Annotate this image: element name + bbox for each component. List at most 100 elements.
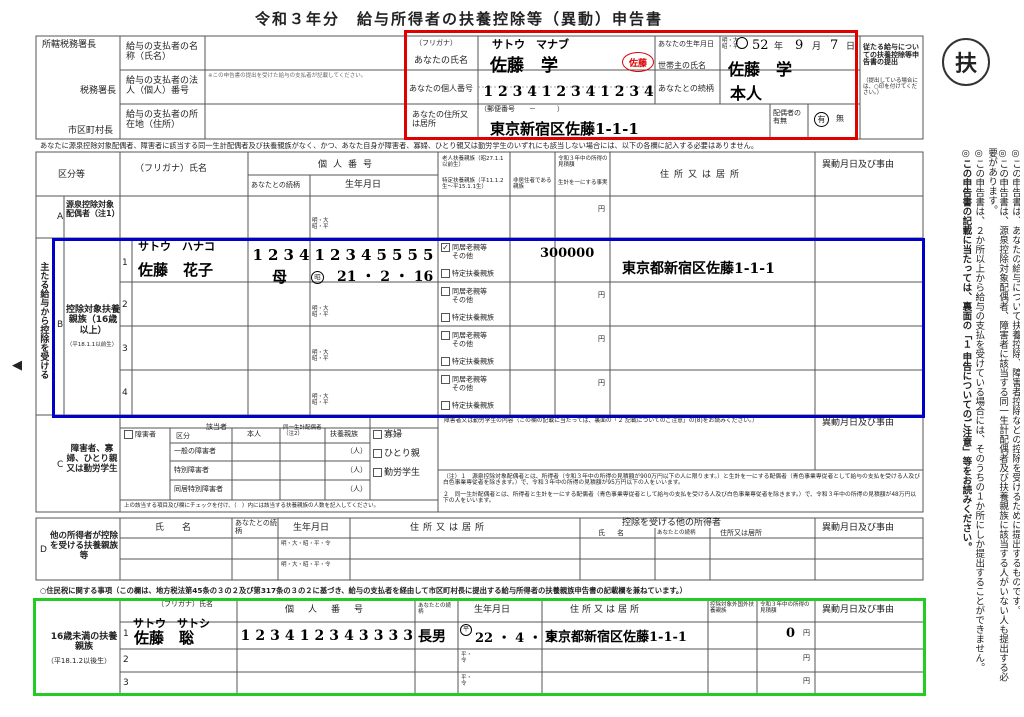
- b3-opt-special[interactable]: 特定扶養親族: [441, 357, 494, 366]
- opt-label: 特定扶養親族: [452, 401, 494, 410]
- checkbox[interactable]: [441, 287, 450, 296]
- u16-number: 1 2 3 4 1 2 3 4 3 3 3 3: [238, 628, 416, 644]
- fu-badge: 扶: [942, 38, 990, 86]
- d-col-address: 住所又は居所: [410, 523, 489, 533]
- checkbox[interactable]: [373, 430, 382, 439]
- b4-opt-special[interactable]: 特定扶養親族: [441, 401, 494, 410]
- side-note: 従たる給与についての扶養控除等申告書の提出: [863, 43, 919, 67]
- u16-era-circled: 平: [460, 624, 472, 636]
- digit: 4: [344, 628, 354, 644]
- b1-era-circled: 昭: [311, 271, 324, 284]
- digit: 1: [240, 628, 251, 644]
- side-note-2: （提出している場合には、○印を付けてください。）: [863, 78, 918, 97]
- digit: 5: [407, 246, 418, 264]
- household-value: 佐藤 学: [728, 60, 793, 79]
- day-unit: 日: [846, 42, 856, 52]
- postal-label: （郵便番号 － ）: [480, 105, 564, 113]
- digit: 1: [314, 246, 325, 264]
- digit: 3: [373, 628, 384, 644]
- digit: 4: [643, 84, 654, 100]
- b2-opt-other: その他: [452, 296, 473, 304]
- c-student[interactable]: 勤労学生: [373, 468, 420, 478]
- payer-number-note: ※この申告書の提出を受けた給与の支払者が記載してください。: [208, 73, 367, 79]
- b1-relation: 母: [272, 268, 288, 286]
- c-disabled[interactable]: 障害者: [124, 430, 156, 439]
- row-number: 4: [122, 388, 128, 398]
- col-kubun: 区分等: [58, 170, 86, 180]
- b3-yen: 円: [598, 335, 605, 343]
- u16-col-relation: あなたとの続柄: [418, 603, 451, 616]
- spouse-yes: 有: [814, 112, 829, 127]
- section-b-sublabel: （平18.1.1以前生）: [66, 342, 118, 348]
- b3-opt-elder[interactable]: 同居老親等: [441, 331, 487, 340]
- digit: 2: [314, 628, 325, 644]
- b1-address: 東京都新宿区佐藤1-1-1: [622, 261, 775, 277]
- notice-line: あなたに源泉控除対象配偶者、障害者に該当する同一生計配偶者及び扶養親族がなく、か…: [40, 142, 759, 150]
- col-nonresident: 非居住者である親族: [513, 178, 552, 191]
- checkbox[interactable]: [124, 430, 133, 439]
- u16-relation: 長男: [418, 629, 446, 645]
- c-single-parent[interactable]: ひとり親: [373, 449, 420, 459]
- row-number: 3: [122, 344, 128, 354]
- c-col-applicant: 該当者: [206, 423, 227, 431]
- digit: 3: [403, 628, 414, 644]
- digit: 3: [512, 84, 523, 100]
- c-change-date: 異動月日及び事由: [822, 418, 895, 428]
- b1-number: 1 2 3 4 1 2 3 4 5 5 5 5: [250, 246, 436, 264]
- relation-label: あなたとの続柄: [658, 84, 714, 93]
- checkbox[interactable]: [441, 269, 450, 278]
- b3-era: 明・大昭・平: [312, 350, 329, 363]
- year-unit: 年: [774, 42, 784, 52]
- birth-label: あなたの生年月日: [658, 40, 714, 48]
- checkbox[interactable]: [373, 449, 382, 458]
- digit: 3: [270, 628, 280, 644]
- c-widow[interactable]: 寡婦: [373, 430, 402, 440]
- opt-label: 同居老親等: [452, 287, 487, 296]
- d-col-birth: 生年月日: [293, 523, 330, 533]
- checkbox[interactable]: [441, 401, 450, 410]
- u16-era-3: 平・令: [461, 675, 473, 688]
- digit: 2: [556, 84, 567, 100]
- c-row-special: 特別障害者: [174, 466, 209, 474]
- section-a-yen: 円: [598, 205, 605, 213]
- furigana-value: サトウ マナブ: [492, 38, 569, 51]
- checkbox[interactable]: [441, 375, 450, 384]
- checkbox[interactable]: [441, 357, 450, 366]
- digit: 1: [600, 84, 610, 100]
- u16-income: 0: [786, 626, 796, 641]
- checkbox[interactable]: [441, 243, 450, 252]
- row-number: 3: [123, 678, 129, 688]
- c-desc-header: 障害者又は勤労学生の内容（この欄の記載に当たっては、裏面の「２ 記載についてのご…: [444, 418, 758, 424]
- opt-label: 同居老親等: [452, 243, 487, 252]
- b1-income: 300000: [540, 246, 595, 261]
- checkbox[interactable]: [441, 331, 450, 340]
- b1-furigana: サトウ ハナコ: [138, 240, 215, 253]
- checkbox[interactable]: [441, 313, 450, 322]
- u16-era-2: 平・令: [461, 652, 473, 665]
- b2-opt-special[interactable]: 特定扶養親族: [441, 313, 494, 322]
- checkbox[interactable]: [373, 468, 382, 477]
- opt-label: 特定扶養親族: [452, 313, 494, 322]
- u16-yen-3: 円: [803, 677, 810, 685]
- c-note-1: （注）１ 源泉控除対象配偶者とは、所得者（令和３年中の所得の見積額が900万円以…: [443, 474, 921, 487]
- right-note: ◎この申告書の記載に当たっては、裏面の「１ 申告についてのご注意」等をお読みくだ…: [960, 148, 972, 552]
- digit: 3: [358, 628, 369, 644]
- c-unit-3: （人）: [346, 485, 367, 493]
- seal-stamp: 佐藤: [622, 52, 654, 72]
- digit: 1: [299, 628, 310, 644]
- row-number: 1: [123, 629, 129, 639]
- u16-col-income: 令和３年中の所得の見積額: [760, 602, 810, 615]
- tax-office-suffix: 税務署長: [80, 86, 117, 96]
- b2-opt-elder[interactable]: 同居老親等: [441, 287, 487, 296]
- relation-value: 本人: [730, 84, 763, 103]
- d-era-2: 明・大・昭・平・令: [281, 562, 331, 568]
- b1-opt-special[interactable]: 特定扶養親族: [441, 269, 494, 278]
- digit: 3: [283, 246, 294, 264]
- c-col-spouse: 同一生計配偶者（注2）: [283, 425, 322, 438]
- c-col-dependent: 扶養親族: [330, 430, 358, 438]
- col-personal-number: 個人番号: [318, 160, 379, 170]
- d-col-other-rel: あなたとの続柄: [657, 530, 696, 536]
- opt-label: 特定扶養親族: [452, 269, 494, 278]
- b1-opt-elder[interactable]: 同居老親等: [441, 243, 487, 252]
- b4-opt-elder[interactable]: 同居老親等: [441, 375, 487, 384]
